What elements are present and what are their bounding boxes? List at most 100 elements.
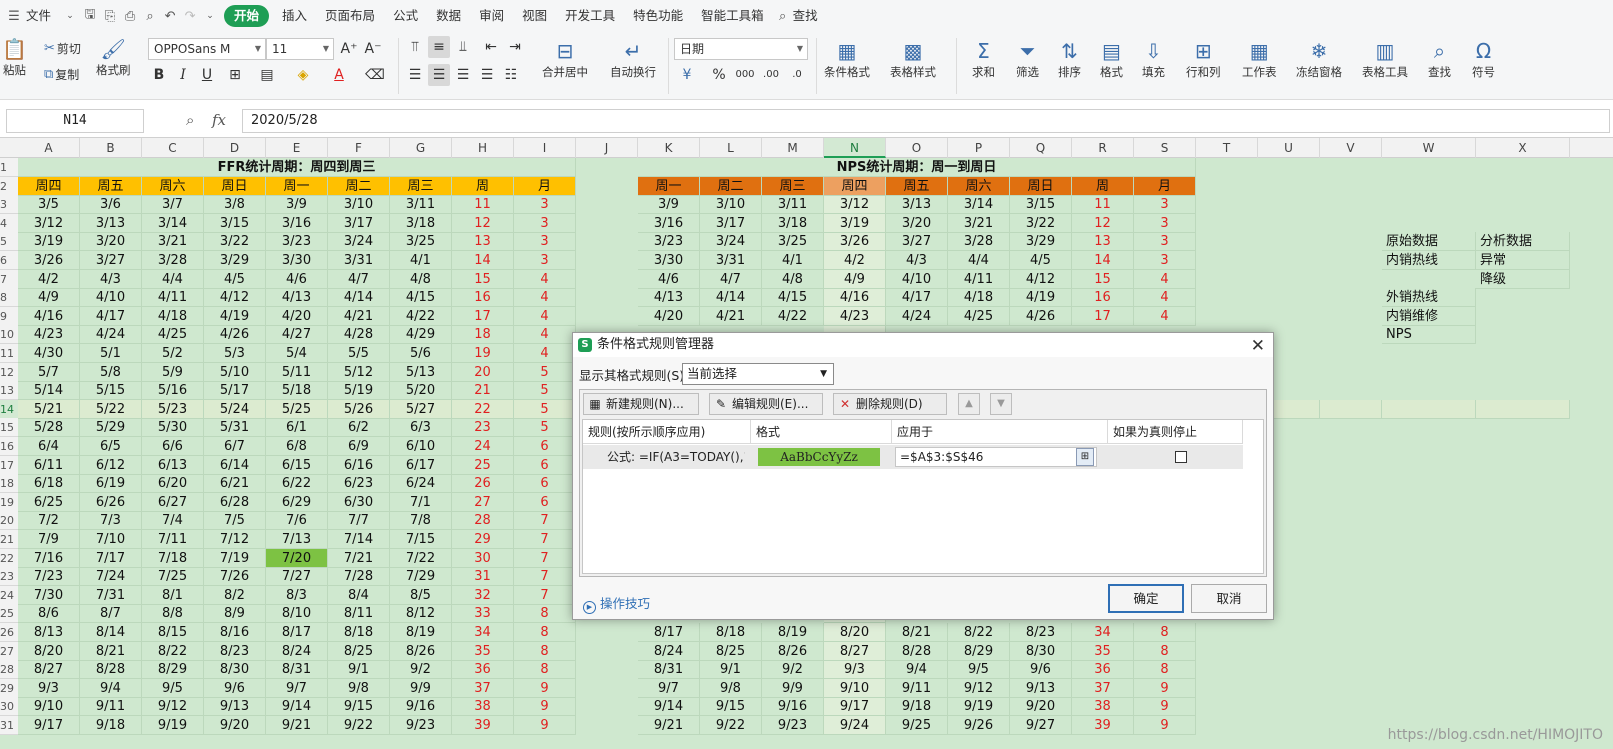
nps-cell[interactable]: 4/26 (1010, 306, 1072, 326)
ffr-cell[interactable]: 16 (452, 288, 514, 308)
nps-cell[interactable]: 15 (1072, 269, 1134, 289)
ffr-cell[interactable]: 8/11 (328, 604, 390, 624)
ffr-cell[interactable]: 9/16 (390, 697, 452, 717)
ffr-cell[interactable]: 4 (514, 344, 576, 363)
nps-cell[interactable]: 4/1 (762, 251, 824, 270)
nps-cell[interactable]: 9/23 (762, 716, 824, 735)
ffr-cell[interactable]: 6/14 (204, 455, 266, 475)
row-header-9[interactable]: 9 (0, 306, 18, 326)
ffr-cell[interactable]: 3/13 (80, 213, 142, 233)
column-header-l[interactable]: L (700, 138, 762, 158)
merge-center-button[interactable]: ⊟ 合并居中 (542, 38, 588, 80)
ffr-cell[interactable]: 31 (452, 567, 514, 587)
nps-cell[interactable]: 9/7 (638, 678, 700, 698)
ffr-cell[interactable]: 5/23 (142, 399, 204, 419)
ffr-cell[interactable]: 4/16 (18, 306, 80, 326)
column-header-h[interactable]: H (452, 138, 514, 158)
row-header-15[interactable]: 15 (0, 418, 18, 438)
ffr-cell[interactable]: 7/11 (142, 530, 204, 549)
ffr-cell[interactable]: 5/18 (266, 381, 328, 401)
nps-cell[interactable]: 9/17 (824, 697, 886, 717)
nps-cell[interactable]: 9 (1134, 716, 1196, 735)
ffr-cell[interactable]: 5/29 (80, 418, 142, 438)
ffr-cell[interactable]: 9/12 (142, 697, 204, 717)
nps-cell[interactable]: 9 (1134, 697, 1196, 717)
ffr-cell[interactable]: 6/30 (328, 492, 390, 512)
nps-header[interactable]: 月 (1134, 176, 1196, 196)
nps-cell[interactable]: 14 (1072, 251, 1134, 270)
ffr-cell[interactable]: 9/17 (18, 716, 80, 735)
ffr-cell[interactable]: 9/1 (328, 660, 390, 680)
ffr-cell[interactable]: 5/11 (266, 362, 328, 382)
align-top-icon[interactable]: ⫪ (404, 36, 426, 58)
row-header-22[interactable]: 22 (0, 548, 18, 568)
nps-cell[interactable]: 11 (1072, 195, 1134, 215)
ffr-cell[interactable]: 13 (452, 232, 514, 252)
column-header-e[interactable]: E (266, 138, 328, 158)
ffr-cell[interactable]: 4/7 (328, 269, 390, 289)
ffr-cell[interactable]: 15 (452, 269, 514, 289)
ffr-cell[interactable]: 8/9 (204, 604, 266, 624)
decrease-decimal-icon[interactable]: .0 (786, 64, 808, 86)
note-cell[interactable]: NPS (1382, 325, 1476, 345)
row-header-24[interactable]: 24 (0, 585, 18, 605)
ffr-cell[interactable]: 8/12 (390, 604, 452, 624)
ffr-cell[interactable]: 33 (452, 604, 514, 624)
font-size-select[interactable]: 11 ▼ (266, 38, 334, 60)
ffr-cell[interactable]: 6/28 (204, 492, 266, 512)
ffr-cell[interactable]: 9/7 (266, 678, 328, 698)
column-header-s[interactable]: S (1134, 138, 1196, 158)
row-col-button[interactable]: ⊞ 行和列 (1186, 38, 1221, 80)
number-format-select[interactable]: 日期 ▼ (674, 38, 808, 60)
nps-cell[interactable]: 4/9 (824, 269, 886, 289)
ffr-cell[interactable]: 3 (514, 251, 576, 270)
increase-decimal-icon[interactable]: .00 (760, 64, 782, 86)
nps-cell[interactable]: 3/24 (700, 232, 762, 252)
ffr-cell[interactable]: 8/10 (266, 604, 328, 624)
ffr-cell[interactable]: 7/7 (328, 511, 390, 531)
ffr-cell[interactable]: 3/14 (142, 213, 204, 233)
tab-formulas[interactable]: 公式 (384, 0, 427, 32)
ffr-cell[interactable]: 9/14 (266, 697, 328, 717)
ffr-cell[interactable]: 6/15 (266, 455, 328, 475)
sort-button[interactable]: ⇅ 排序 (1058, 38, 1081, 80)
ffr-cell[interactable]: 18 (452, 325, 514, 345)
ffr-cell[interactable]: 3/29 (204, 251, 266, 270)
ffr-cell[interactable]: 8/17 (266, 623, 328, 642)
print-preview-icon[interactable]: ⌕ (140, 9, 160, 24)
ffr-cell[interactable]: 9/2 (390, 660, 452, 680)
nps-cell[interactable]: 3 (1134, 195, 1196, 215)
customize-icon[interactable]: ⌄ (200, 11, 220, 21)
ffr-cell[interactable]: 7 (514, 585, 576, 605)
ffr-cell[interactable]: 8/19 (390, 623, 452, 642)
border-icon[interactable]: ⊞ (224, 64, 246, 86)
row-header-10[interactable]: 10 (0, 325, 18, 345)
ffr-cell[interactable]: 7/23 (18, 567, 80, 587)
formula-input[interactable]: 2020/5/28 (242, 109, 1610, 133)
cell-style-icon[interactable]: ▤ (256, 64, 278, 86)
nps-cell[interactable]: 3/30 (638, 251, 700, 270)
nps-cell[interactable]: 8/30 (1010, 641, 1072, 661)
ffr-cell[interactable]: 38 (452, 697, 514, 717)
ffr-cell[interactable]: 6/18 (18, 474, 80, 494)
ffr-header[interactable]: 月 (514, 176, 576, 196)
nps-cell[interactable]: 4/8 (762, 269, 824, 289)
selected-row-cell[interactable] (1320, 399, 1382, 419)
ffr-cell[interactable]: 7 (514, 511, 576, 531)
nps-header[interactable]: 周一 (638, 176, 700, 196)
nps-cell[interactable]: 3/15 (1010, 195, 1072, 215)
symbol-button[interactable]: Ω 符号 (1472, 38, 1495, 80)
ffr-cell[interactable]: 9/8 (328, 678, 390, 698)
tab-insert[interactable]: 插入 (273, 0, 316, 32)
ffr-cell[interactable]: 21 (452, 381, 514, 401)
ffr-cell[interactable]: 5/20 (390, 381, 452, 401)
ffr-cell[interactable]: 5/8 (80, 362, 142, 382)
nps-cell[interactable]: 9/9 (762, 678, 824, 698)
nps-cell[interactable]: 3/27 (886, 232, 948, 252)
ffr-cell[interactable]: 4 (514, 325, 576, 345)
ffr-cell[interactable]: 7/1 (390, 492, 452, 512)
ffr-cell[interactable]: 4/13 (266, 288, 328, 308)
ffr-cell[interactable]: 3/8 (204, 195, 266, 215)
ffr-cell[interactable]: 4/2 (18, 269, 80, 289)
rule-row[interactable]: 公式: =IF(A3=TODAY(),1) AaBbCcYyZz =$A$3:$… (583, 445, 1243, 469)
